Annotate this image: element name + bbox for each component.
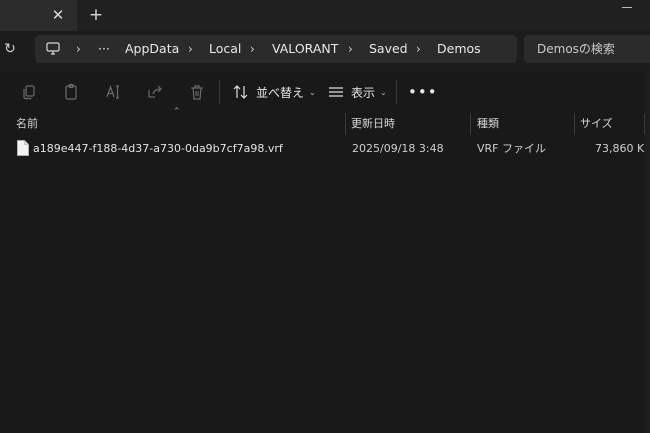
table-row[interactable]: a189e447-f188-4d37-a730-0da9b7cf7a98.vrf… xyxy=(0,138,650,160)
sort-button[interactable]: 並べ替え ⌄ xyxy=(232,80,316,104)
refresh-icon[interactable]: ↻ xyxy=(2,40,18,58)
file-explorer-window: ✕ + ↻ › ··· AppData › Local › VALORANT ›… xyxy=(0,0,650,433)
column-divider[interactable] xyxy=(574,113,575,135)
scrollbar[interactable] xyxy=(645,71,650,433)
column-header-row: 名前 更新日時 種類 サイズ xyxy=(0,113,650,135)
breadcrumb-overflow[interactable]: ··· xyxy=(98,35,110,63)
breadcrumb-appdata[interactable]: AppData xyxy=(125,35,179,63)
chevron-down-icon: ⌄ xyxy=(380,87,387,97)
breadcrumb[interactable]: › ··· AppData › Local › VALORANT › Saved… xyxy=(35,35,517,63)
close-icon[interactable]: ✕ xyxy=(49,6,67,24)
search-placeholder: Demosの検索 xyxy=(537,42,615,56)
address-row: ↻ › ··· AppData › Local › VALORANT › Sav… xyxy=(0,31,650,71)
rename-icon[interactable] xyxy=(104,83,122,101)
file-name[interactable]: a189e447-f188-4d37-a730-0da9b7cf7a98.vrf xyxy=(33,138,283,160)
sort-icon xyxy=(233,85,248,99)
share-icon[interactable] xyxy=(146,83,164,101)
chevron-right-icon: › xyxy=(250,42,255,56)
column-header-name[interactable]: 名前 xyxy=(16,113,38,135)
file-size: 73,860 KB xyxy=(595,142,650,155)
view-icon xyxy=(329,87,343,97)
command-bar: 並べ替え ⌄ 表示 ⌄ ••• xyxy=(0,71,650,113)
sort-label: 並べ替え xyxy=(256,85,305,100)
delete-icon[interactable] xyxy=(188,83,206,101)
chevron-down-icon: ⌄ xyxy=(309,87,316,97)
tab-demos[interactable]: ✕ xyxy=(0,0,77,31)
paste-icon[interactable] xyxy=(62,83,80,101)
plus-icon[interactable]: + xyxy=(87,6,105,24)
column-header-modified[interactable]: 更新日時 xyxy=(351,113,395,135)
tab-strip: ✕ + xyxy=(0,0,650,31)
copy-icon[interactable] xyxy=(20,83,38,101)
view-button[interactable]: 表示 ⌄ xyxy=(327,80,387,104)
chevron-right-icon: › xyxy=(348,42,353,56)
breadcrumb-demos[interactable]: Demos xyxy=(437,35,481,63)
toolbar-divider xyxy=(219,80,220,104)
view-label: 表示 xyxy=(351,85,376,100)
computer-icon xyxy=(46,42,60,55)
chevron-right-icon: › xyxy=(76,42,81,56)
search-input[interactable]: Demosの検索 xyxy=(524,35,650,63)
more-icon[interactable]: ••• xyxy=(408,82,437,102)
column-divider[interactable] xyxy=(470,113,471,135)
file-icon xyxy=(17,140,29,156)
chevron-right-icon: › xyxy=(188,42,193,56)
breadcrumb-saved[interactable]: Saved xyxy=(369,35,408,63)
column-header-size[interactable]: サイズ xyxy=(580,113,613,135)
column-header-type[interactable]: 種類 xyxy=(477,113,499,135)
file-type: VRF ファイル xyxy=(477,142,546,155)
column-divider[interactable] xyxy=(345,113,346,135)
chevron-right-icon: › xyxy=(416,42,421,56)
breadcrumb-local[interactable]: Local xyxy=(209,35,241,63)
file-modified: 2025/09/18 3:48 xyxy=(352,142,444,155)
toolbar-divider xyxy=(396,80,397,104)
minimize-icon[interactable] xyxy=(620,4,634,10)
breadcrumb-valorant[interactable]: VALORANT xyxy=(272,35,338,63)
